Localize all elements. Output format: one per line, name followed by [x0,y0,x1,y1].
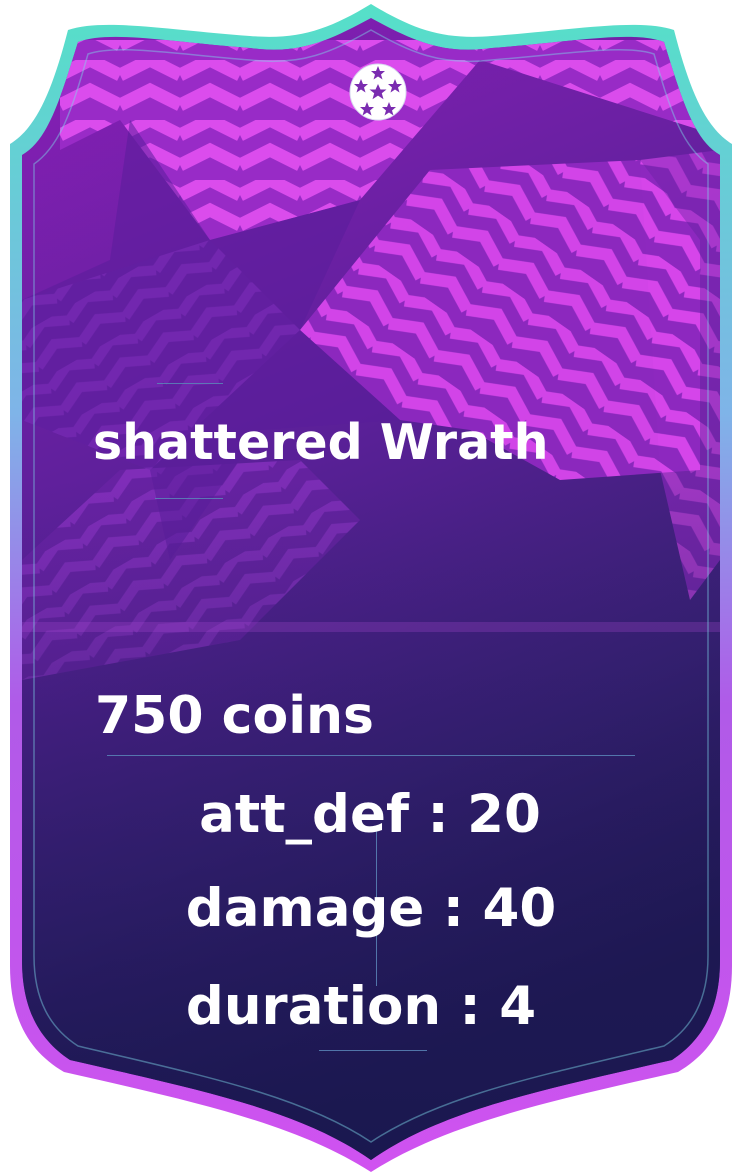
title-bottom-rule [155,498,223,499]
item-card[interactable]: shattered Wrath 750 coins att_def : 20 d… [0,0,742,1174]
stat-damage: damage : 40 [185,878,557,939]
starball-icon [349,63,407,121]
stat-att-def: att_def : 20 [199,784,541,845]
card-title: shattered Wrath [93,414,549,471]
card-price: 750 coins [95,686,374,746]
price-underline [107,755,635,756]
bottom-rule [319,1050,427,1051]
title-top-rule [157,383,223,384]
stat-duration: duration : 4 [185,976,537,1037]
